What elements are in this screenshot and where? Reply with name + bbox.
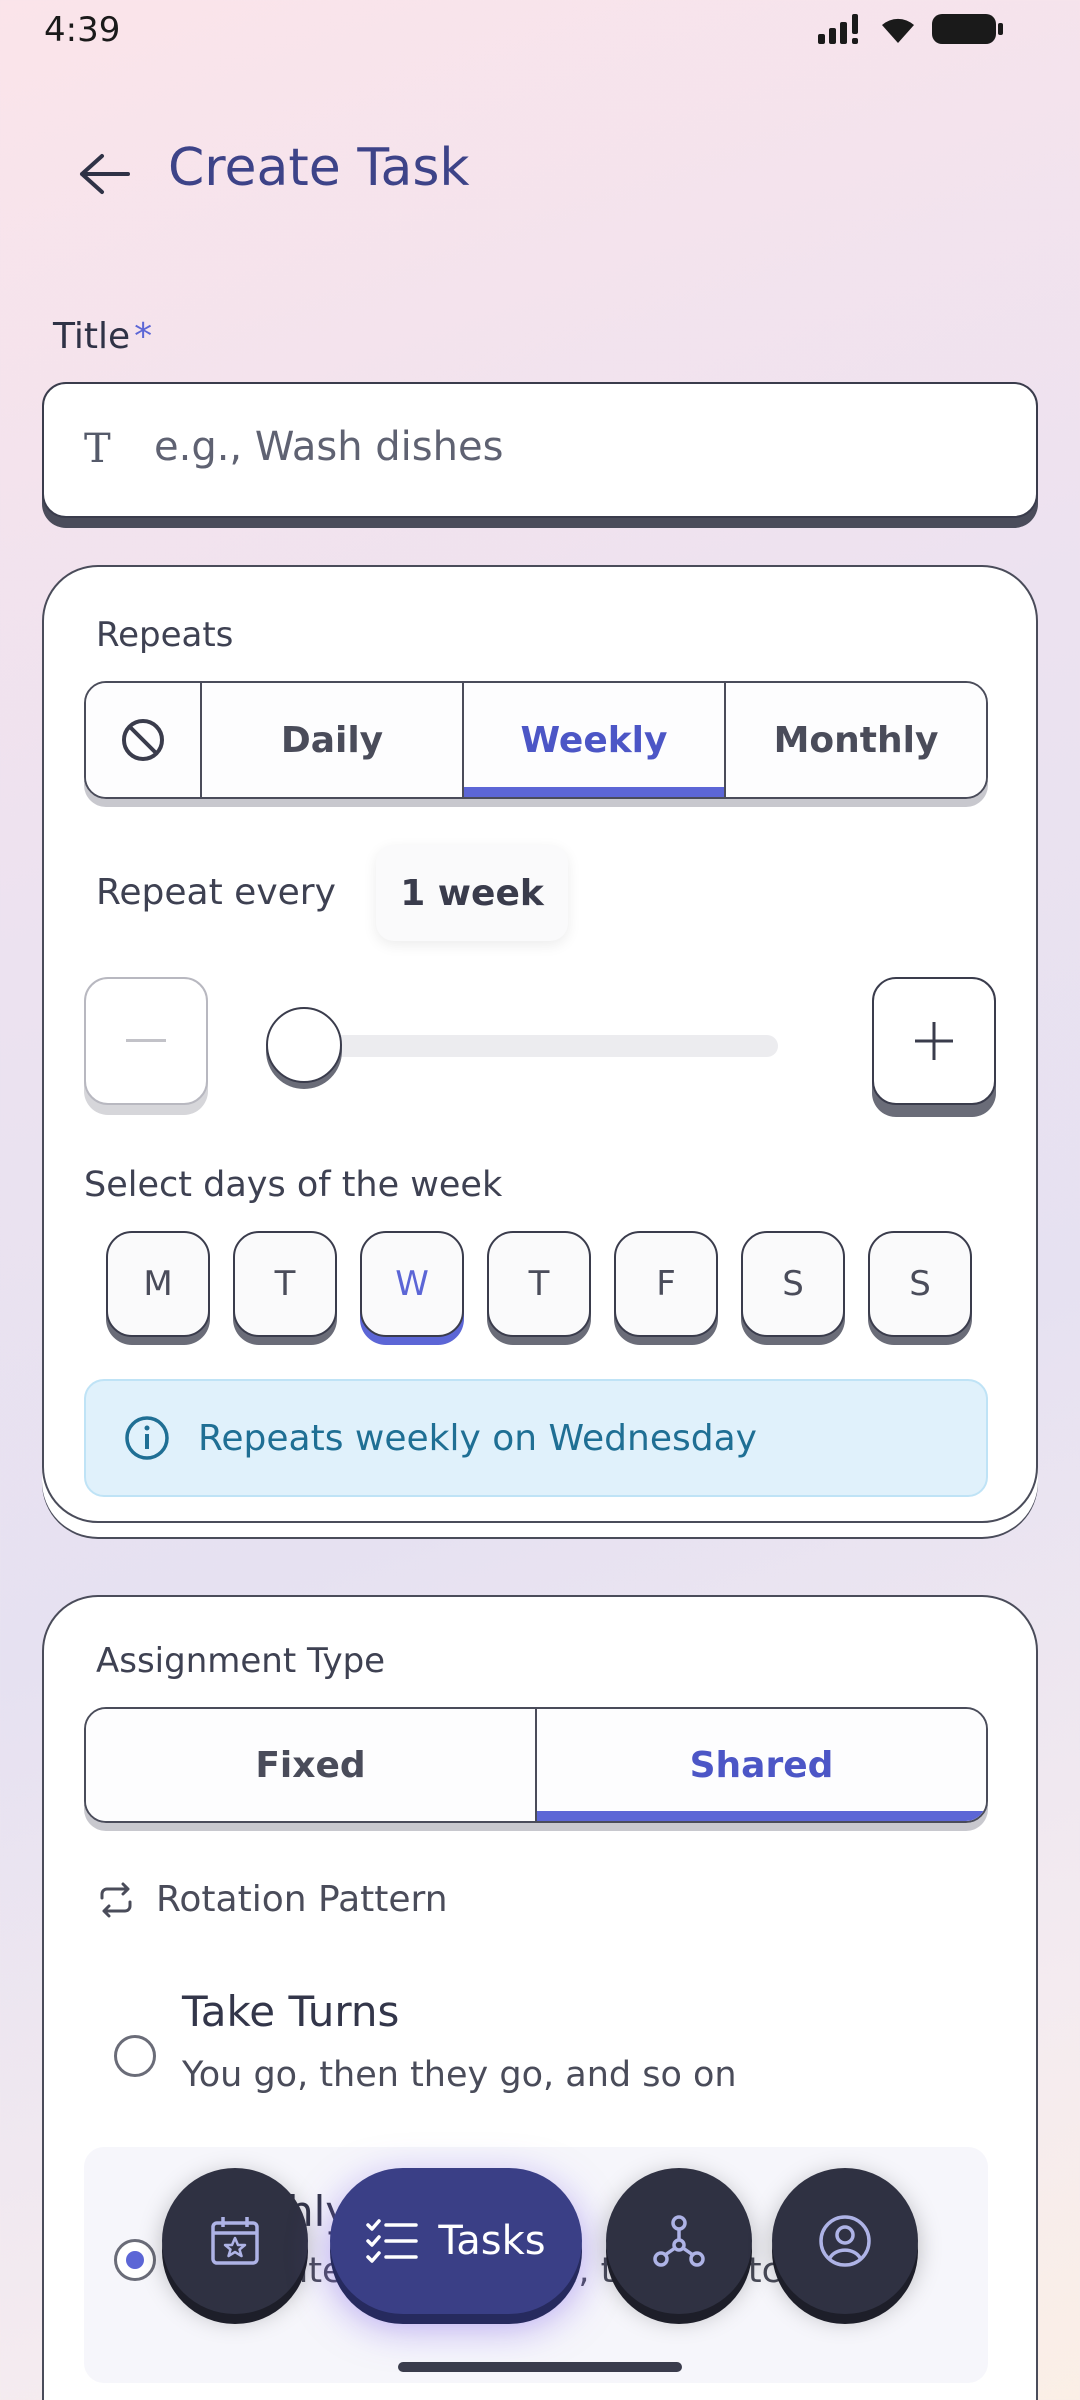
repeat-summary-banner: Repeats weekly on Wednesday <box>84 1379 988 1497</box>
radio-take-turns[interactable] <box>114 2035 156 2077</box>
day-selector: M T W T F S S <box>106 1231 972 1337</box>
status-time: 4:39 <box>44 10 121 50</box>
arrow-left-icon <box>80 154 130 194</box>
day-monday[interactable]: M <box>106 1231 210 1337</box>
assignment-type-label: Assignment Type <box>96 1641 386 1681</box>
no-repeat-icon <box>122 719 164 761</box>
pattern-take-turns[interactable]: Take Turns You go, then they go, and so … <box>84 1967 988 2107</box>
nav-network-button[interactable] <box>606 2168 752 2314</box>
day-thursday[interactable]: T <box>487 1231 591 1337</box>
days-label: Select days of the week <box>84 1165 503 1205</box>
day-sunday[interactable]: S <box>868 1231 972 1337</box>
nav-calendar-button[interactable] <box>162 2168 308 2314</box>
repeat-option-weekly[interactable]: Weekly <box>464 683 726 797</box>
title-label: Title * <box>53 316 152 357</box>
rotation-pattern-header: Rotation Pattern <box>96 1879 448 1920</box>
repeat-option-daily[interactable]: Daily <box>202 683 464 797</box>
repeat-segmented-control: Daily Weekly Monthly <box>84 681 988 799</box>
profile-icon <box>819 2215 871 2267</box>
required-mark: * <box>134 316 153 357</box>
status-icons <box>818 12 1004 46</box>
calendar-star-icon <box>211 2217 259 2265</box>
nav-tasks-button[interactable]: Tasks <box>330 2168 582 2314</box>
assignment-segmented-control: Fixed Shared <box>84 1707 988 1823</box>
signal-icon <box>818 14 858 44</box>
repeats-label: Repeats <box>96 615 234 655</box>
title-input-container: T <box>42 382 1038 518</box>
back-button[interactable] <box>72 142 136 206</box>
pattern-title: Take Turns <box>182 1987 400 2036</box>
minus-icon <box>126 1039 166 1042</box>
home-indicator <box>398 2362 682 2372</box>
repeat-option-monthly[interactable]: Monthly <box>726 683 986 797</box>
decrease-interval-button[interactable] <box>84 977 208 1105</box>
battery-icon <box>932 14 1003 44</box>
text-format-icon: T <box>84 426 111 472</box>
day-saturday[interactable]: S <box>741 1231 845 1337</box>
wifi-icon <box>882 18 914 43</box>
interval-slider-track[interactable] <box>274 1035 778 1057</box>
day-wednesday[interactable]: W <box>360 1231 464 1337</box>
repeat-card: Repeats Daily Weekly Monthly Repeat ever… <box>42 565 1038 1523</box>
status-bar: 4:39 <box>0 0 1080 60</box>
plus-icon <box>915 1022 953 1060</box>
title-label-text: Title <box>53 316 131 357</box>
repeat-arrows-icon <box>100 1882 132 1917</box>
nav-profile-button[interactable] <box>772 2168 918 2314</box>
title-input[interactable] <box>154 412 994 482</box>
nav-tasks-label: Tasks <box>438 2218 546 2264</box>
day-friday[interactable]: F <box>614 1231 718 1337</box>
header: Create Task <box>0 130 1080 210</box>
interval-slider-thumb[interactable] <box>266 1007 342 1083</box>
repeat-option-none[interactable] <box>86 683 202 797</box>
page-title: Create Task <box>168 138 470 198</box>
bottom-navigation: Tasks <box>0 2168 1080 2338</box>
increase-interval-button[interactable] <box>872 977 996 1105</box>
pattern-description: You go, then they go, and so on <box>182 2055 737 2095</box>
assignment-option-fixed[interactable]: Fixed <box>86 1709 537 1821</box>
network-icon <box>653 2215 705 2267</box>
repeat-interval-value: 1 week <box>376 845 568 941</box>
info-icon <box>125 1416 169 1460</box>
tasks-list-icon <box>366 2219 419 2263</box>
repeat-summary-text: Repeats weekly on Wednesday <box>198 1417 757 1459</box>
assignment-option-shared[interactable]: Shared <box>537 1709 986 1821</box>
repeat-every-label: Repeat every <box>96 872 336 913</box>
day-tuesday[interactable]: T <box>233 1231 337 1337</box>
rotation-pattern-label: Rotation Pattern <box>156 1879 448 1920</box>
